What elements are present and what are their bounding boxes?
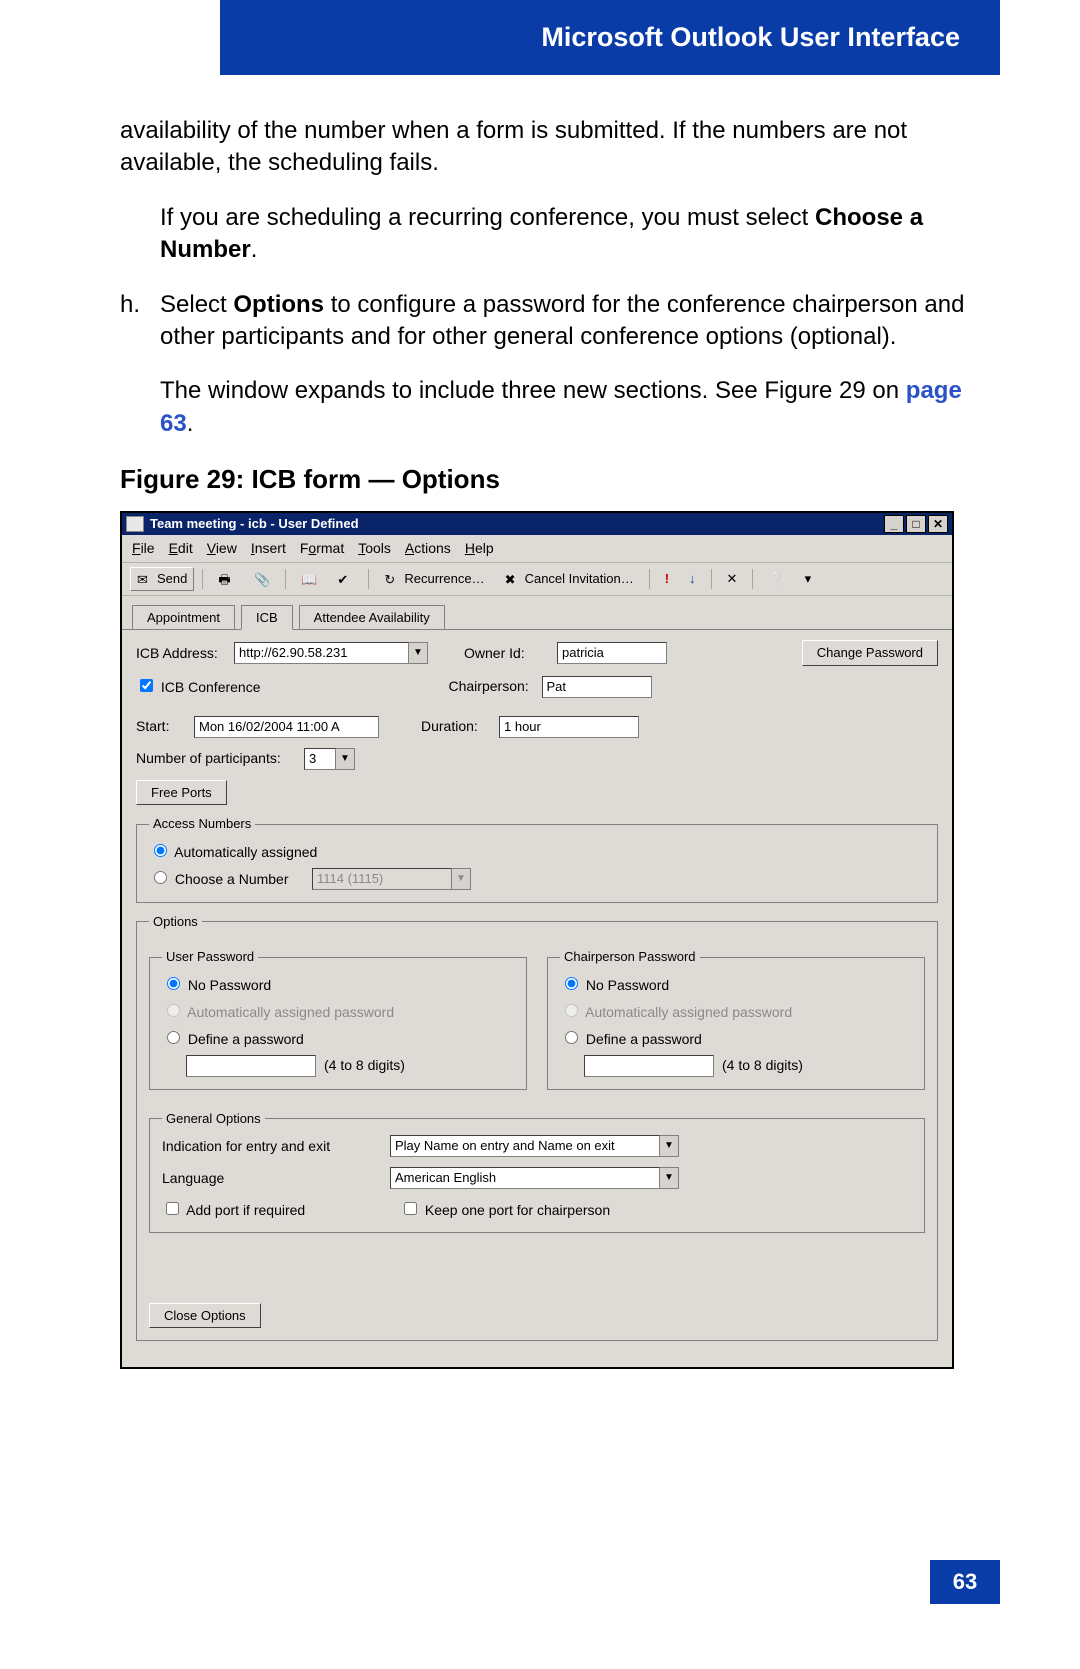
access-numbers-legend: Access Numbers [149,815,255,833]
options-legend: Options [149,913,202,931]
titlebar: Team meeting - icb - User Defined _ □ ✕ [122,513,952,535]
tab-icb[interactable]: ICB [241,605,293,631]
page-number: 63 [930,1560,1000,1604]
window-title: Team meeting - icb - User Defined [150,515,359,533]
language-label: Language [162,1169,382,1188]
send-button[interactable]: ✉ Send [130,567,194,591]
help-button[interactable]: ❔ [761,567,791,591]
maximize-button[interactable]: □ [906,515,926,533]
menu-insert[interactable]: Insert [251,539,286,558]
paragraph: availability of the number when a form i… [120,115,990,180]
close-button[interactable]: ✕ [928,515,948,533]
start-label: Start: [136,717,186,736]
choose-number-input: 1114 (1115) ▼ [312,868,471,890]
auto-assigned-radio[interactable]: Automatically assigned [149,841,317,862]
chevron-down-icon[interactable]: ▼ [660,1167,679,1189]
importance-high-button[interactable]: ! [658,567,676,591]
tab-attendee-availability[interactable]: Attendee Availability [299,605,445,630]
paragraph: If you are scheduling a recurring confer… [160,202,990,267]
attach-button[interactable]: 📎 [247,568,277,590]
keep-port-checkbox[interactable]: Keep one port for chairperson [400,1199,610,1220]
cancel-icon: ✖ [505,571,521,587]
user-auto-password-radio: Automatically assigned password [162,1001,394,1022]
menu-actions[interactable]: Actions [405,539,451,558]
chair-auto-password-radio: Automatically assigned password [560,1001,792,1022]
envelope-icon: ✉ [137,571,153,587]
toolbar-overflow[interactable]: ▾ [798,567,819,591]
owner-id-input[interactable]: patricia [557,642,667,664]
tab-appointment[interactable]: Appointment [132,605,235,630]
recurrence-button[interactable]: ↻ Recurrence… [377,567,491,591]
choose-number-radio[interactable]: Choose a Number [149,868,304,889]
cancel-invitation-button[interactable]: ✖ Cancel Invitation… [498,567,641,591]
participants-label: Number of participants: [136,749,296,768]
chair-password-legend: Chairperson Password [560,948,700,966]
close-options-button[interactable]: Close Options [149,1303,261,1329]
access-numbers-group: Access Numbers Automatically assigned Ch… [136,815,938,902]
general-options-group: General Options Indication for entry and… [149,1110,925,1233]
chair-password-input[interactable] [584,1055,714,1077]
general-options-legend: General Options [162,1110,265,1128]
chair-password-group: Chairperson Password No Password Automat… [547,948,925,1089]
add-port-checkbox[interactable]: Add port if required [162,1199,392,1220]
menu-view[interactable]: View [207,539,237,558]
menu-tools[interactable]: Tools [358,539,391,558]
chair-no-password-radio[interactable]: No Password [560,974,669,995]
indication-label: Indication for entry and exit [162,1137,382,1156]
user-password-group: User Password No Password Automatically … [149,948,527,1089]
checknames-button[interactable]: ✔ [330,568,360,590]
chevron-down-icon[interactable]: ▼ [409,642,428,664]
chevron-down-icon[interactable]: ▼ [336,748,355,770]
delete-button[interactable]: ✕ [720,567,745,591]
chairperson-label: Chairperson: [449,677,534,696]
check-icon: ✔ [337,571,353,587]
toolbar: ✉ Send 🖶 📎 📖 ✔ ↻ Recurrence… ✖ Cancel In… [122,563,952,596]
paperclip-icon: 📎 [254,571,270,587]
menubar: File Edit View Insert Format Tools Actio… [122,535,952,563]
chevron-down-icon: ▼ [452,868,471,890]
minimize-button[interactable]: _ [884,515,904,533]
options-group: Options User Password No Password Automa… [136,913,938,1342]
tabbar: Appointment ICB Attendee Availability [122,596,952,631]
icb-address-input[interactable]: http://62.90.58.231 ▼ [234,642,428,664]
outlook-window: Team meeting - icb - User Defined _ □ ✕ … [120,511,954,1369]
free-ports-button[interactable]: Free Ports [136,780,227,806]
book-icon: 📖 [301,571,317,587]
app-icon [126,516,144,532]
icb-address-label: ICB Address: [136,644,226,663]
indication-select[interactable]: Play Name on entry and Name on exit ▼ [390,1135,679,1157]
menu-format[interactable]: Format [300,539,344,558]
menu-edit[interactable]: Edit [169,539,193,558]
duration-input[interactable]: 1 hour [499,716,639,738]
paragraph: The window expands to include three new … [160,375,990,440]
menu-help[interactable]: Help [465,539,494,558]
digits-hint: (4 to 8 digits) [722,1056,803,1075]
print-icon: 🖶 [218,571,234,587]
page-header: Microsoft Outlook User Interface [220,0,1000,75]
figure-caption: Figure 29: ICB form — Options [120,462,990,497]
print-button[interactable]: 🖶 [211,568,241,590]
owner-id-label: Owner Id: [464,644,549,663]
user-define-password-radio[interactable]: Define a password [162,1028,304,1049]
language-select[interactable]: American English ▼ [390,1167,679,1189]
start-input[interactable]: Mon 16/02/2004 11:00 A [194,716,379,738]
chairperson-input[interactable]: Pat [542,676,652,698]
user-no-password-radio[interactable]: No Password [162,974,271,995]
change-password-button[interactable]: Change Password [802,640,938,666]
chevron-down-icon[interactable]: ▼ [660,1135,679,1157]
chair-define-password-radio[interactable]: Define a password [560,1028,702,1049]
recurrence-icon: ↻ [384,571,400,587]
menu-file[interactable]: File [132,539,155,558]
list-marker: h. [120,289,160,354]
user-password-input[interactable] [186,1055,316,1077]
importance-low-button[interactable]: ↓ [682,567,703,591]
header-title: Microsoft Outlook User Interface [541,22,960,53]
paragraph: Select Options to configure a password f… [160,289,990,354]
user-password-legend: User Password [162,948,258,966]
participants-input[interactable]: 3 ▼ [304,748,355,770]
digits-hint: (4 to 8 digits) [324,1056,405,1075]
icb-conference-checkbox[interactable]: ICB Conference [136,676,261,697]
duration-label: Duration: [421,717,491,736]
addressbook-button[interactable]: 📖 [294,568,324,590]
